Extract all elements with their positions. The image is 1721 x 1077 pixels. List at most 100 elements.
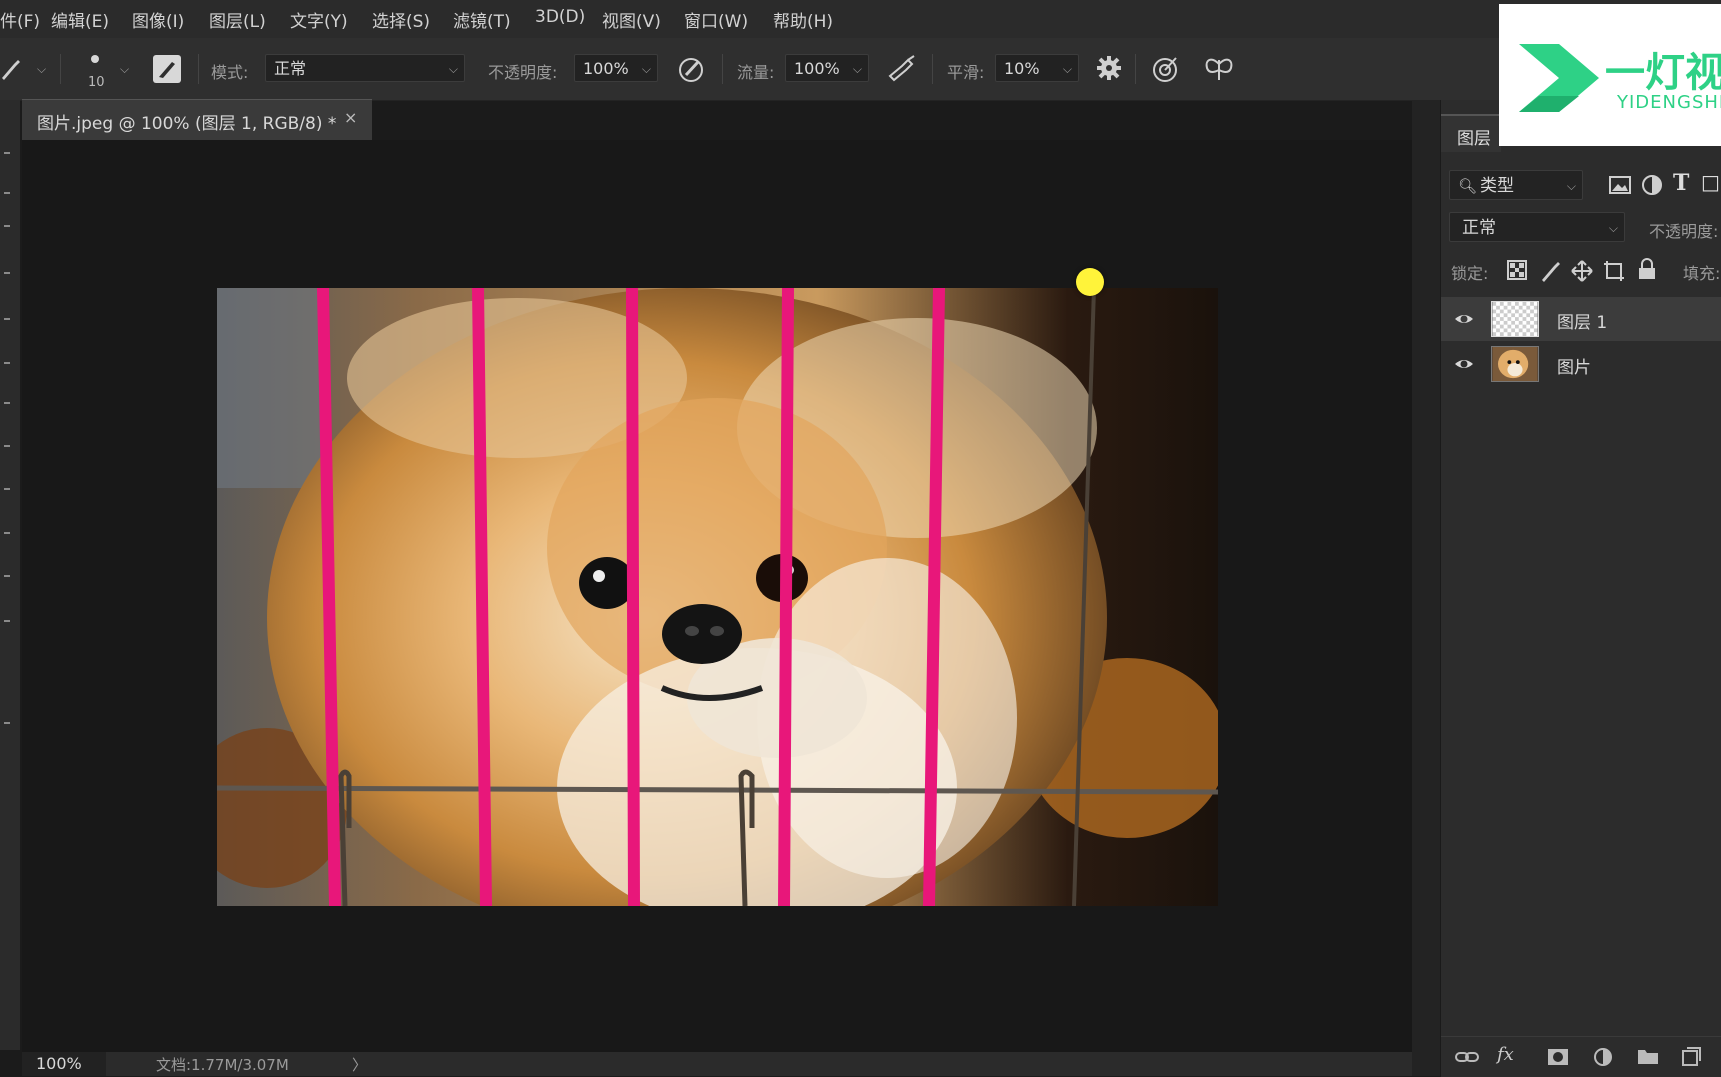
close-icon[interactable]: ×	[344, 108, 357, 127]
fx-icon[interactable]: fx	[1497, 1044, 1514, 1065]
menu-type[interactable]: 文字(Y)	[290, 7, 348, 32]
menu-image[interactable]: 图像(I)	[132, 7, 184, 32]
lock-label: 锁定:	[1451, 264, 1489, 283]
brush-tip-icon[interactable]	[88, 52, 102, 66]
tool-dodge[interactable]	[4, 620, 10, 622]
tool-blur[interactable]	[4, 575, 10, 577]
layer-name: 图层 1	[1557, 313, 1608, 333]
adjustment-icon[interactable]	[1593, 1047, 1613, 1067]
adjustment-filter-icon[interactable]	[1641, 174, 1663, 196]
layer-row[interactable]: 图片	[1441, 342, 1721, 386]
layer-filter-value: 类型	[1480, 176, 1514, 196]
pressure-size-icon[interactable]	[1150, 54, 1180, 84]
symmetry-butterfly-icon[interactable]	[1203, 54, 1235, 84]
layer-name: 图片	[1557, 358, 1591, 378]
type-filter-icon[interactable]: T	[1673, 170, 1689, 196]
logo-subtext: YIDENGSHI	[1617, 92, 1721, 113]
zoom-level-input[interactable]: 100%	[22, 1052, 106, 1076]
tool-magic-wand[interactable]	[4, 192, 10, 194]
tab-layers-label: 图层	[1457, 129, 1491, 149]
opacity-input[interactable]: 100% ⌵	[574, 54, 658, 82]
lock-transparent-icon[interactable]	[1507, 260, 1527, 280]
tool-eraser[interactable]	[4, 488, 10, 490]
menu-window[interactable]: 窗口(W)	[684, 7, 748, 32]
blend-mode-select[interactable]: 正常 ⌵	[1449, 212, 1625, 242]
lock-position-icon[interactable]	[1571, 260, 1593, 282]
document-tab-title: 图片.jpeg @ 100% (图层 1, RGB/8) *	[37, 114, 337, 134]
chevron-down-icon[interactable]: ⌵	[120, 62, 129, 77]
brush-tool-icon[interactable]	[0, 56, 26, 82]
menu-file[interactable]: 件(F)	[0, 7, 40, 32]
menu-help[interactable]: 帮助(H)	[773, 7, 833, 32]
smoothing-value: 10%	[1004, 59, 1040, 78]
menu-filter[interactable]: 滤镜(T)	[453, 7, 511, 32]
tool-stamp[interactable]	[4, 402, 10, 404]
smoothing-label: 平滑:	[947, 63, 985, 82]
menu-3d[interactable]: 3D(D)	[535, 7, 585, 27]
mode-value: 正常	[274, 59, 307, 78]
folder-icon[interactable]	[1637, 1047, 1659, 1065]
search-icon: 🔍︎	[1458, 177, 1478, 195]
new-layer-icon[interactable]	[1681, 1047, 1701, 1067]
flow-input[interactable]: 100% ⌵	[785, 54, 869, 82]
flow-value: 100%	[794, 59, 840, 78]
chevron-down-icon[interactable]: ⌵	[37, 62, 46, 77]
document-info: 文档:1.77M/3.07M	[156, 1056, 289, 1074]
menu-select[interactable]: 选择(S)	[372, 7, 430, 32]
shape-filter-icon[interactable]: □	[1701, 170, 1720, 194]
flow-label: 流量:	[737, 63, 775, 82]
menu-layer[interactable]: 图层(L)	[209, 7, 266, 32]
link-icon[interactable]	[1455, 1049, 1479, 1065]
tools-panel	[0, 100, 20, 1050]
cursor-highlight	[1076, 268, 1104, 296]
tool-gradient[interactable]	[4, 532, 10, 534]
layers-panel-footer: fx	[1441, 1036, 1721, 1077]
options-bar: ⌵ 10 ⌵ 模式: 正常 ⌵ 不透明度: 100% ⌵ 流量: 100% ⌵ …	[0, 38, 1721, 101]
tool-marquee[interactable]	[4, 152, 10, 154]
mode-label: 模式:	[211, 63, 249, 82]
image-filter-icon[interactable]	[1609, 174, 1631, 196]
mask-icon[interactable]	[1547, 1047, 1569, 1067]
opacity-value: 100%	[583, 59, 629, 78]
tool-crop[interactable]	[4, 225, 10, 227]
blend-mode-value: 正常	[1462, 218, 1496, 238]
tool-history[interactable]	[4, 445, 10, 447]
status-menu-arrow[interactable]: 〉	[352, 1054, 367, 1075]
panel-divider	[1412, 100, 1440, 1076]
brush-size: 10	[88, 75, 105, 90]
lock-all-icon[interactable]	[1637, 258, 1657, 280]
airbrush-icon[interactable]	[886, 54, 918, 84]
lock-pixels-icon[interactable]	[1539, 260, 1561, 282]
tool-brush[interactable]	[4, 362, 10, 364]
mode-select[interactable]: 正常 ⌵	[265, 54, 465, 82]
tool-rectangle[interactable]	[4, 722, 10, 724]
menu-bar: 件(F) 编辑(E) 图像(I) 图层(L) 文字(Y) 选择(S) 滤镜(T)…	[0, 0, 1721, 38]
opacity-label: 不透明度:	[488, 63, 558, 82]
tab-layers[interactable]: 图层	[1441, 114, 1501, 152]
layers-panel: 图层 🔍︎ 类型 ⌵ T □ 正常 ⌵ 不透明度: 锁定: 填充: 图层 1 图…	[1440, 100, 1721, 1077]
smoothing-input[interactable]: 10% ⌵	[995, 54, 1079, 82]
brush-settings-icon[interactable]	[152, 54, 182, 84]
menu-view[interactable]: 视图(V)	[602, 7, 661, 32]
dog-photo	[217, 288, 1218, 906]
eye-icon[interactable]	[1454, 354, 1474, 374]
pressure-opacity-icon[interactable]	[676, 54, 706, 84]
lock-artboard-icon[interactable]	[1603, 260, 1625, 282]
layer-thumbnail-photo	[1491, 346, 1539, 382]
menu-edit[interactable]: 编辑(E)	[51, 7, 109, 32]
document-image[interactable]	[217, 288, 1218, 906]
logo-chevron-icon	[1519, 44, 1599, 112]
layer-filter-select[interactable]: 🔍︎ 类型 ⌵	[1449, 170, 1583, 200]
gear-icon[interactable]	[1095, 54, 1123, 82]
fill-label: 填充:	[1683, 264, 1721, 283]
tool-healing[interactable]	[4, 318, 10, 320]
tool-eyedropper[interactable]	[4, 272, 10, 274]
eye-icon[interactable]	[1454, 309, 1474, 329]
layer-row[interactable]: 图层 1	[1441, 297, 1721, 341]
layer-thumbnail-transparent	[1491, 301, 1539, 337]
layer-opacity-label: 不透明度:	[1649, 222, 1719, 241]
status-bar: 100% 文档:1.77M/3.07M 〉	[22, 1052, 1440, 1076]
logo-text: 一灯视	[1605, 50, 1721, 96]
document-tab[interactable]: 图片.jpeg @ 100% (图层 1, RGB/8) * ×	[22, 99, 372, 140]
watermark-logo: 一灯视 YIDENGSHI	[1499, 4, 1721, 146]
